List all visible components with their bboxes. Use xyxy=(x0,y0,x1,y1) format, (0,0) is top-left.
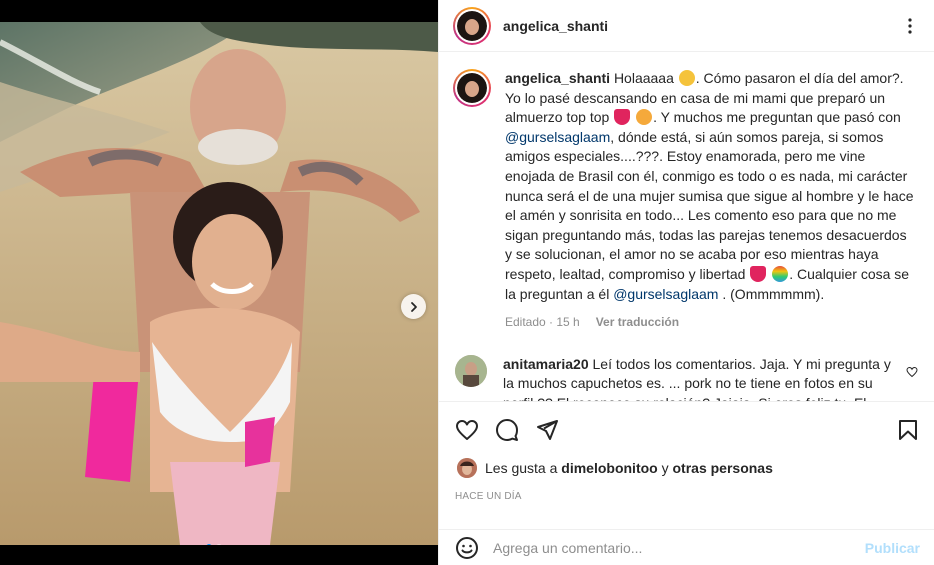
post-caption: angelica_shanti Holaaaaa . Cómo pasaron … xyxy=(453,69,918,333)
liker-avatar[interactable] xyxy=(457,458,477,478)
comment-input[interactable] xyxy=(493,539,865,556)
smile-emoji-icon xyxy=(678,70,695,86)
like-comment-button[interactable] xyxy=(906,365,918,401)
post-timestamp[interactable]: HACE UN DÍA xyxy=(455,491,522,502)
author-avatar[interactable] xyxy=(453,6,491,45)
mention-link[interactable]: @gurselsaglaam xyxy=(505,129,610,145)
liker-username[interactable]: dimelobonitoo xyxy=(561,460,657,476)
more-options-button[interactable] xyxy=(898,14,922,38)
carousel-dot xyxy=(216,544,222,545)
commenter-avatar[interactable] xyxy=(455,354,487,387)
emoji-icon[interactable] xyxy=(455,536,479,560)
caption-text-part: . (Ommmmmm). xyxy=(722,285,825,302)
save-button[interactable] xyxy=(896,418,920,442)
heart-icon xyxy=(456,420,478,440)
commenter-username[interactable]: anitamaria20 xyxy=(503,356,589,372)
post-photo[interactable] xyxy=(0,22,438,545)
red-heart-emoji-icon xyxy=(614,109,631,126)
comment-button[interactable] xyxy=(495,418,519,442)
post-side-panel: angelica_shanti angelica_shanti Holaaaaa… xyxy=(438,0,934,565)
carousel-indicator xyxy=(206,544,222,545)
instagram-post-modal: angelica_shanti angelica_shanti Holaaaaa… xyxy=(0,0,934,565)
bookmark-icon xyxy=(899,420,917,440)
comment-text: anitamaria20 Leí todos los comentarios. … xyxy=(503,355,898,401)
post-actions-bar xyxy=(439,401,934,458)
caption-text-part: , dónde está, si aún somos pareja, si so… xyxy=(505,128,914,282)
share-icon xyxy=(537,420,558,440)
chevron-right-icon xyxy=(410,301,417,312)
edited-timestamp: Editado · 15 h xyxy=(505,315,580,330)
caption-username[interactable]: angelica_shanti xyxy=(505,70,610,86)
comments-scroll-area[interactable]: angelica_shanti Holaaaaa . Cómo pasaron … xyxy=(439,53,934,401)
caption-text-part: Holaaaaa xyxy=(613,70,674,86)
author-username[interactable]: angelica_shanti xyxy=(503,18,608,34)
caption-text-part: . Y muchos me preguntan que pasó con xyxy=(653,109,901,126)
see-translation-button[interactable]: Ver traducción xyxy=(596,313,679,333)
caption-text: angelica_shanti Holaaaaa . Cómo pasaron … xyxy=(505,69,915,333)
beach-selfie-image xyxy=(0,22,438,545)
next-slide-button[interactable] xyxy=(401,294,426,319)
caption-meta: Editado · 15 h Ver traducción xyxy=(505,313,915,333)
comment-icon xyxy=(496,419,518,441)
mention-link[interactable]: @gurselsaglaam xyxy=(613,286,718,302)
rainbow-emoji-icon xyxy=(772,265,789,282)
other-likers-link[interactable]: otras personas xyxy=(673,460,773,476)
caption-author-avatar[interactable] xyxy=(453,69,491,107)
carousel-dot-active xyxy=(206,544,212,545)
likes-summary: Les gusta a dimelobonitoo y otras person… xyxy=(457,458,773,478)
more-options-icon xyxy=(908,17,912,34)
heart-eyes-emoji-icon xyxy=(636,109,653,126)
like-button[interactable] xyxy=(455,418,479,442)
share-button[interactable] xyxy=(535,418,559,442)
red-heart-emoji-icon xyxy=(750,265,767,282)
publish-button[interactable]: Publicar xyxy=(865,540,920,556)
add-comment-bar: Publicar xyxy=(439,529,934,565)
heart-outline-icon xyxy=(906,366,918,377)
likes-prefix: Les gusta a xyxy=(485,460,558,476)
likes-conjunction: y xyxy=(661,460,669,476)
post-header: angelica_shanti xyxy=(439,0,934,52)
comment-item: anitamaria20 Leí todos los comentarios. … xyxy=(453,354,918,401)
